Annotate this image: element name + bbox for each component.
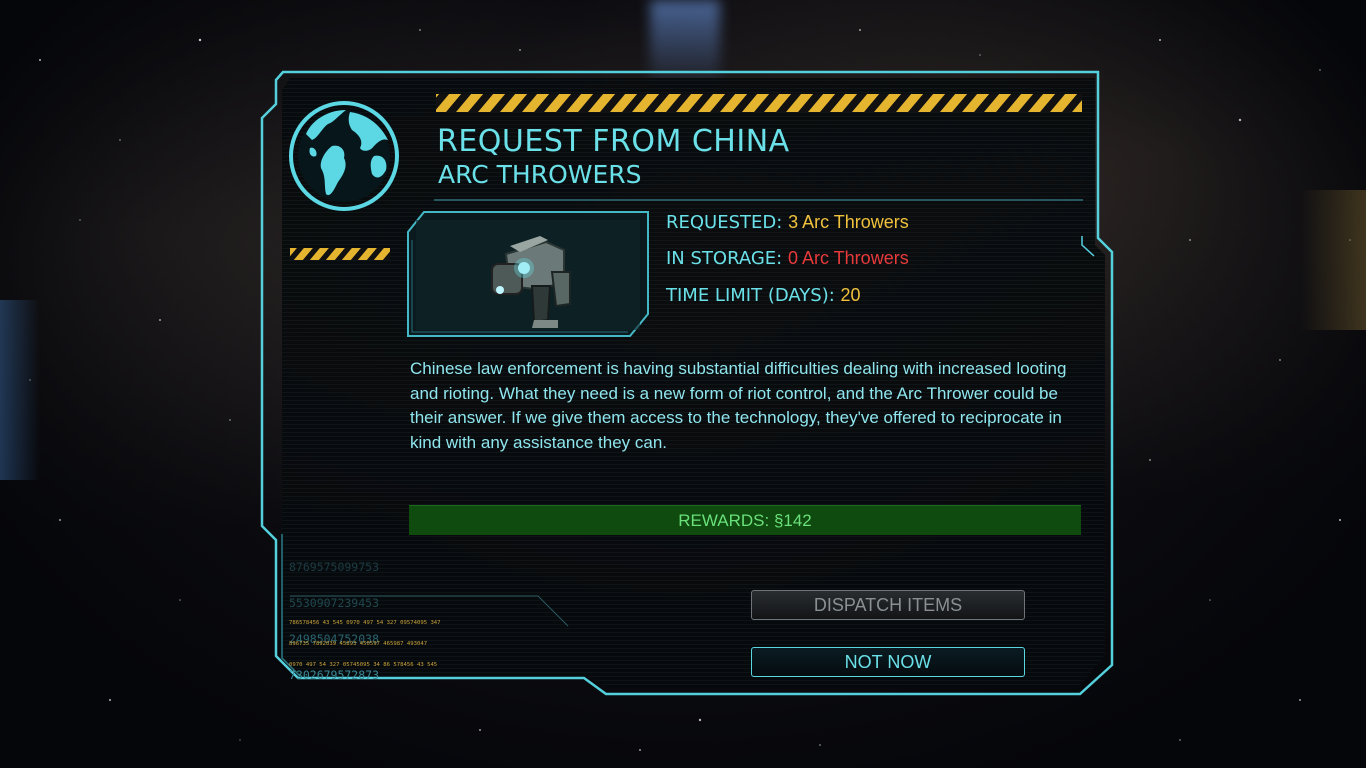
requested-value: 3 Arc Throwers [788, 212, 909, 232]
rewards-bar: REWARDS: §142 [409, 505, 1081, 535]
dispatch-items-label: DISPATCH ITEMS [813, 594, 963, 615]
time-limit-label: TIME LIMIT (DAYS): [666, 285, 835, 306]
storage-value: 0 Arc Throwers [787, 248, 909, 268]
not-now-label: NOT NOW [844, 651, 932, 672]
request-description: Chinese law enforcement is having substa… [410, 359, 1067, 452]
decor-small-code-line: 0970 497 54 327 05745095 34 86 578456 43… [289, 662, 438, 668]
decor-small-code-block: 786578456 43 545 0970 497 54 327 0957409… [289, 606, 441, 676]
arc-thrower-image [407, 211, 649, 337]
dispatch-items-button[interactable]: DISPATCH ITEMS [751, 590, 1025, 620]
globe-icon [289, 101, 399, 211]
decor-small-code-line: 896735 7892039 45893 450597 465987 49304… [289, 641, 428, 647]
decor-code-line: 8769575099753 [289, 560, 380, 574]
time-limit-value: 20 [840, 285, 861, 305]
storage-label: IN STORAGE: [666, 248, 783, 269]
not-now-button[interactable]: NOT NOW [751, 647, 1025, 677]
page-title: REQUEST FROM CHINA [437, 124, 790, 159]
requested-row: REQUESTED: 3 Arc Throwers [666, 212, 909, 233]
rewards-label: REWARDS: §142 [678, 510, 812, 530]
storage-row: IN STORAGE: 0 Arc Throwers [666, 248, 909, 269]
decor-small-code-line: 786578456 43 545 0970 497 54 327 0957409… [289, 620, 441, 626]
page-subtitle: ARC THROWERS [438, 160, 642, 189]
time-limit-row: TIME LIMIT (DAYS): 20 [666, 285, 861, 306]
requested-label: REQUESTED: [666, 212, 783, 233]
